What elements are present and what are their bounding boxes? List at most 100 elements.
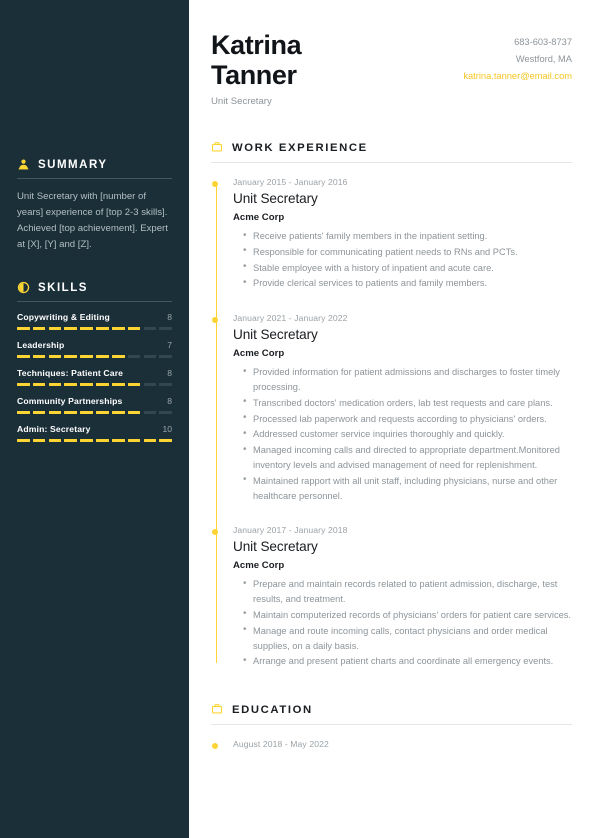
skill-segment: [17, 355, 30, 358]
skill-segment: [127, 355, 141, 358]
skills-header: SKILLS: [17, 281, 172, 294]
entry-bullet: Transcribed doctors' medication orders, …: [243, 395, 572, 411]
resume-header: Katrina Tanner Unit Secretary 683-603-87…: [211, 26, 572, 107]
skill-name: Community Partnerships: [17, 396, 123, 406]
entry-bullet: Provided information for patient admissi…: [243, 365, 572, 395]
skill-segment: [96, 327, 109, 330]
skill-segment: [159, 439, 172, 442]
summary-header: SUMMARY: [17, 158, 172, 171]
skill-segment: [127, 383, 141, 386]
skill-segment: [111, 355, 125, 358]
summary-text: Unit Secretary with [number of years] ex…: [17, 191, 168, 250]
skill-rating-bar: [17, 383, 172, 386]
skill-segment: [143, 383, 157, 386]
skill-segment: [48, 355, 62, 358]
summary-divider: [17, 178, 172, 179]
first-name: Katrina: [211, 30, 302, 60]
entry-bullet: Prepare and maintain records related to …: [243, 577, 572, 607]
skill-row: Community Partnerships 8: [17, 396, 172, 414]
skill-segment: [159, 411, 172, 414]
entry-bullets: Prepare and maintain records related to …: [233, 577, 572, 669]
education-entry: August 2018 - May 2022: [211, 739, 572, 750]
work-experience-title: WORK EXPERIENCE: [232, 141, 368, 154]
entry-company: Acme Corp: [233, 560, 285, 572]
skill-rating-bar: [17, 439, 172, 442]
entry-bullets: Receive patients' family members in the …: [233, 229, 572, 291]
skill-segment: [32, 327, 46, 330]
timeline-line: [215, 183, 217, 664]
contact-location: Westford, MA: [515, 54, 572, 64]
entry-bullet: Manage and route incoming calls, contact…: [243, 623, 572, 654]
header-identity: Katrina Tanner Unit Secretary: [211, 26, 302, 107]
skill-segment: [80, 439, 93, 442]
sidebar-summary-section: SUMMARY Unit Secretary with [number of y…: [17, 0, 172, 253]
skill-rating-bar: [17, 411, 172, 414]
entry-bullets: Provided information for patient admissi…: [233, 365, 572, 503]
education-section: EDUCATION August 2018 - May 2022: [211, 703, 572, 750]
skill-segment: [32, 411, 46, 414]
skill-segment: [111, 327, 125, 330]
skill-segment: [143, 411, 157, 414]
skills-divider: [17, 301, 172, 302]
work-entry: January 2017 - January 2018 Unit Secreta…: [211, 525, 572, 669]
skill-value: 8: [167, 396, 172, 406]
skill-segment: [32, 355, 46, 358]
skill-rating-bar: [17, 327, 172, 330]
entry-bullet: Receive patients' family members in the …: [243, 229, 572, 244]
timeline-dot: [211, 317, 218, 324]
skill-row: Admin: Secretary 10: [17, 424, 172, 442]
skill-name: Copywriting & Editing: [17, 312, 110, 322]
skill-segment: [143, 327, 157, 330]
skills-title: SKILLS: [38, 281, 88, 294]
skill-segment: [80, 355, 93, 358]
skill-segment: [96, 439, 109, 442]
timeline-dot: [211, 743, 218, 750]
entry-dates: January 2015 - January 2016: [233, 177, 348, 187]
skill-name: Admin: Secretary: [17, 424, 91, 434]
briefcase-icon: [211, 141, 224, 154]
contact-email[interactable]: katrina.tanner@email.com: [463, 68, 572, 85]
skill-value: 7: [167, 340, 172, 350]
entry-bullet: Maintained rapport with all unit staff, …: [243, 473, 572, 504]
skill-value: 10: [162, 424, 172, 434]
skill-segment: [96, 383, 109, 386]
last-name: Tanner: [211, 60, 297, 90]
skill-value: 8: [167, 368, 172, 378]
contact-block: 683-603-8737 Westford, MA katrina.tanner…: [463, 26, 572, 85]
entry-dates: January 2021 - January 2022: [233, 313, 348, 324]
skill-name: Leadership: [17, 340, 65, 350]
entry-bullet: Provide clerical services to patients an…: [243, 276, 572, 291]
skill-segment: [48, 327, 62, 330]
skill-segment: [48, 411, 62, 414]
entry-bullet: Managed incoming calls and directed to a…: [243, 443, 572, 473]
entry-bullet: Processed lab paperwork and requests acc…: [243, 411, 572, 427]
resume-page: SUMMARY Unit Secretary with [number of y…: [0, 0, 594, 838]
header-role: Unit Secretary: [211, 96, 272, 107]
skill-segment: [17, 439, 30, 442]
education-title: EDUCATION: [232, 703, 313, 716]
skill-segment: [143, 355, 157, 358]
entry-bullet: Addressed customer service inquiries tho…: [243, 427, 572, 442]
skill-segment: [17, 327, 30, 330]
skill-segment: [143, 439, 157, 442]
skill-segment: [159, 355, 172, 358]
contact-phone: 683-603-8737: [514, 37, 572, 47]
skill-segment: [48, 439, 62, 442]
sidebar: SUMMARY Unit Secretary with [number of y…: [0, 0, 189, 838]
entry-bullet: Stable employee with a history of inpati…: [243, 260, 572, 276]
entry-bullet: Responsible for communicating patient ne…: [243, 244, 572, 260]
work-entry: January 2021 - January 2022 Unit Secreta…: [211, 313, 572, 503]
skill-segment: [111, 439, 125, 442]
work-experience-header: WORK EXPERIENCE: [211, 141, 572, 154]
work-entry: January 2015 - January 2016 Unit Secreta…: [211, 177, 572, 291]
pie-chart-icon: [17, 281, 30, 294]
skill-rating-bar: [17, 355, 172, 358]
skill-segment: [159, 383, 172, 386]
timeline-dot: [211, 529, 218, 536]
skill-segment: [80, 411, 93, 414]
entry-job-title: Unit Secretary: [233, 191, 318, 206]
skill-segment: [64, 411, 78, 414]
skill-row: Leadership 7: [17, 340, 172, 358]
skill-segment: [32, 439, 46, 442]
skill-name: Techniques: Patient Care: [17, 368, 124, 378]
